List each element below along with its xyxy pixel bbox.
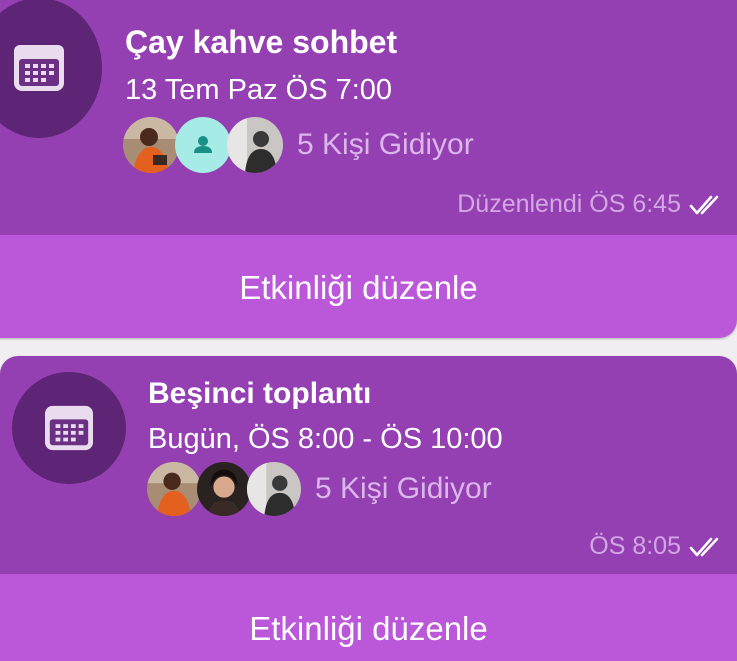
attendee-default-avatar[interactable] — [175, 117, 231, 173]
event-bubble[interactable]: Çay kahve sohbet 13 Tem Paz ÖS 7:00 5 Ki… — [0, 0, 737, 235]
edited-timestamp: Düzenlendi ÖS 6:45 — [457, 190, 681, 218]
calendar-icon-circle — [12, 372, 126, 484]
attendee-photo-avatar[interactable] — [123, 117, 179, 173]
message-meta: ÖS 8:05 — [589, 532, 725, 561]
event-message-card[interactable]: Çay kahve sohbet 13 Tem Paz ÖS 7:00 5 Ki… — [0, 0, 737, 338]
attendees-count: 5 Kişi Gidiyor — [315, 472, 492, 505]
event-title: Çay kahve sohbet — [125, 24, 398, 60]
attendee-photo-avatar[interactable] — [227, 117, 283, 173]
event-message-card[interactable]: Beşinci toplantı Bugün, ÖS 8:00 - ÖS 10:… — [0, 356, 737, 661]
double-check-icon — [689, 536, 725, 558]
chat-view: Çay kahve sohbet 13 Tem Paz ÖS 7:00 5 Ki… — [0, 0, 737, 661]
edit-event-button[interactable]: Etkinliği düzenle — [0, 235, 737, 338]
attendees-row[interactable]: 5 Kişi Gidiyor — [147, 462, 492, 516]
double-check-icon — [689, 194, 725, 216]
calendar-icon — [14, 45, 64, 91]
event-bubble[interactable]: Beşinci toplantı Bugün, ÖS 8:00 - ÖS 10:… — [0, 356, 737, 574]
sent-timestamp: ÖS 8:05 — [589, 532, 681, 560]
attendees-row[interactable]: 5 Kişi Gidiyor — [123, 117, 474, 173]
event-title: Beşinci toplantı — [148, 377, 372, 410]
event-time: 13 Tem Paz ÖS 7:00 — [125, 74, 393, 106]
attendee-photo-avatar[interactable] — [197, 462, 251, 516]
event-time: Bugün, ÖS 8:00 - ÖS 10:00 — [148, 423, 503, 455]
attendees-count: 5 Kişi Gidiyor — [297, 128, 474, 161]
edit-event-button[interactable]: Etkinliği düzenle — [0, 574, 737, 661]
attendee-photo-avatar[interactable] — [147, 462, 201, 516]
calendar-icon — [45, 405, 93, 451]
calendar-icon-circle — [0, 0, 102, 138]
message-meta: Düzenlendi ÖS 6:45 — [457, 190, 725, 219]
attendee-photo-avatar[interactable] — [247, 462, 301, 516]
